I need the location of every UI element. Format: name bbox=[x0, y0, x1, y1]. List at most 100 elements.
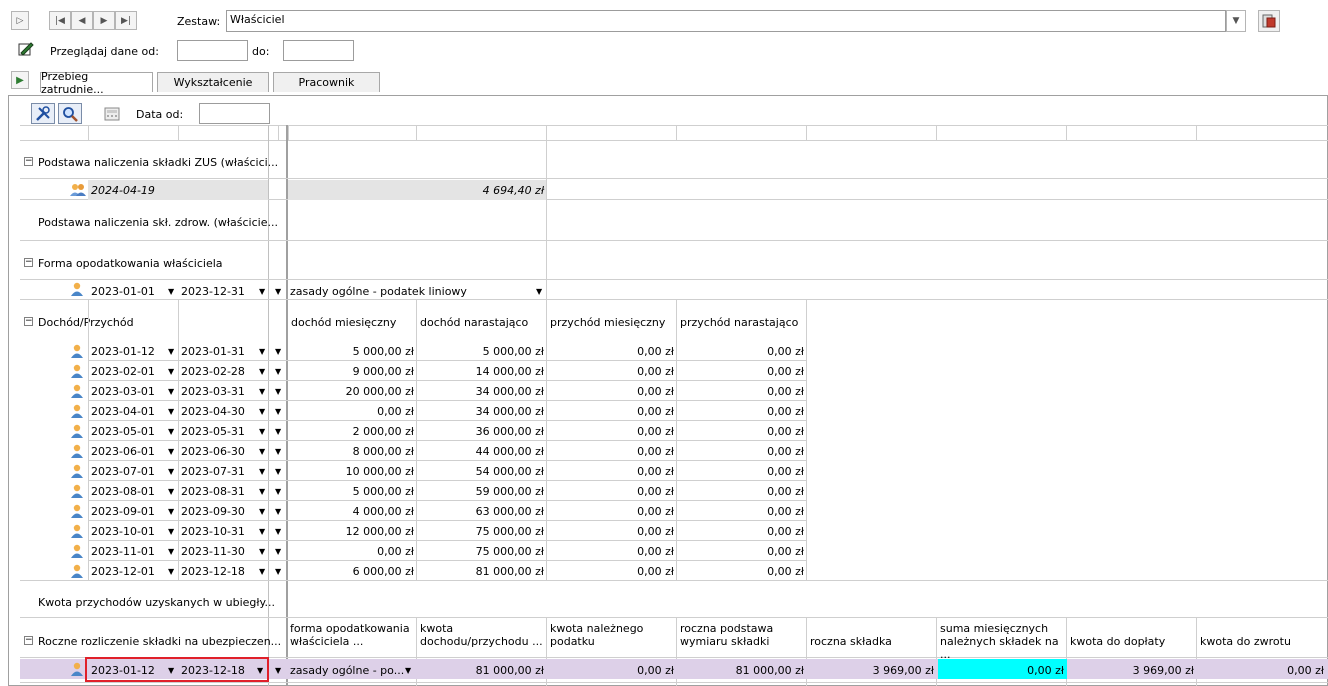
tabs-expand-button[interactable]: ▶ bbox=[11, 71, 29, 89]
roczne-forma[interactable]: zasady ogólne - po... bbox=[290, 664, 404, 677]
dochod-to-date[interactable]: 2023-06-30 bbox=[181, 445, 245, 458]
header-dochod-miesieczny[interactable]: dochód miesięczny bbox=[291, 316, 396, 329]
dochod-row-dropdown[interactable]: ▼ bbox=[275, 487, 281, 496]
dochod-to-dropdown[interactable]: ▼ bbox=[259, 507, 265, 516]
dochod-row-dropdown[interactable]: ▼ bbox=[275, 367, 281, 376]
data-od-input[interactable] bbox=[199, 103, 270, 124]
collapse-roczne-icon[interactable]: − bbox=[24, 636, 33, 645]
dochod-from-date[interactable]: 2023-06-01 bbox=[91, 445, 155, 458]
header-roczna-podstawa[interactable]: roczna podstawa wymiaru składki bbox=[680, 622, 805, 648]
dochod-to-date[interactable]: 2023-09-30 bbox=[181, 505, 245, 518]
dochod-row-dropdown[interactable]: ▼ bbox=[275, 427, 281, 436]
dochod-from-date[interactable]: 2023-07-01 bbox=[91, 465, 155, 478]
dochod-to-date[interactable]: 2023-12-18 bbox=[181, 565, 245, 578]
dochod-to-dropdown[interactable]: ▼ bbox=[259, 447, 265, 456]
dochod-row-dropdown[interactable]: ▼ bbox=[275, 567, 281, 576]
dochod-from-date[interactable]: 2023-11-01 bbox=[91, 545, 155, 558]
dochod-row-dropdown[interactable]: ▼ bbox=[275, 347, 281, 356]
roczne-row-dropdown[interactable]: ▼ bbox=[275, 666, 281, 675]
header-przychod-miesieczny[interactable]: przychód miesięczny bbox=[550, 316, 665, 329]
header-kwota-dochodu[interactable]: kwota dochodu/przychodu ... bbox=[420, 622, 545, 648]
dochod-from-dropdown[interactable]: ▼ bbox=[168, 487, 174, 496]
dochod-row-dropdown[interactable]: ▼ bbox=[275, 507, 281, 516]
dochod-from-dropdown[interactable]: ▼ bbox=[168, 427, 174, 436]
dochod-to-date[interactable]: 2023-01-31 bbox=[181, 345, 245, 358]
header-przychod-narastajaco[interactable]: przychód narastająco bbox=[680, 316, 798, 329]
nav-first-button[interactable]: ▷ bbox=[11, 11, 29, 30]
dochod-to-dropdown[interactable]: ▼ bbox=[259, 427, 265, 436]
dochod-to-date[interactable]: 2023-10-31 bbox=[181, 525, 245, 538]
header-dochod-narastajaco[interactable]: dochód narastająco bbox=[420, 316, 528, 329]
dochod-to-dropdown[interactable]: ▼ bbox=[259, 387, 265, 396]
tab-wyksztalcenie[interactable]: Wykształcenie bbox=[157, 72, 269, 92]
nav-first-record-button[interactable]: |◀ bbox=[49, 11, 71, 30]
header-kwota-zwrotu[interactable]: kwota do zwrotu bbox=[1200, 635, 1325, 648]
od-date-input[interactable] bbox=[177, 40, 248, 61]
dochod-row-dropdown[interactable]: ▼ bbox=[275, 527, 281, 536]
dochod-from-dropdown[interactable]: ▼ bbox=[168, 527, 174, 536]
dochod-to-date[interactable]: 2023-03-31 bbox=[181, 385, 245, 398]
roczne-to-dropdown[interactable]: ▼ bbox=[257, 666, 263, 675]
dochod-from-date[interactable]: 2023-09-01 bbox=[91, 505, 155, 518]
dochod-from-date[interactable]: 2023-04-01 bbox=[91, 405, 155, 418]
dochod-to-dropdown[interactable]: ▼ bbox=[259, 367, 265, 376]
dochod-to-dropdown[interactable]: ▼ bbox=[259, 547, 265, 556]
dochod-to-dropdown[interactable]: ▼ bbox=[259, 467, 265, 476]
roczne-from-dropdown[interactable]: ▼ bbox=[168, 666, 174, 675]
roczne-forma-dropdown[interactable]: ▼ bbox=[405, 666, 411, 675]
calculator-icon[interactable] bbox=[104, 107, 120, 121]
nav-last-button[interactable]: ▶| bbox=[115, 11, 137, 30]
zestaw-dropdown-button[interactable]: ▼ bbox=[1226, 10, 1246, 32]
dochod-row-dropdown[interactable]: ▼ bbox=[275, 467, 281, 476]
dochod-from-date[interactable]: 2023-01-12 bbox=[91, 345, 155, 358]
nav-prev-button[interactable]: ◀ bbox=[71, 11, 93, 30]
dochod-to-dropdown[interactable]: ▼ bbox=[259, 487, 265, 496]
collapse-dochod-icon[interactable]: − bbox=[24, 317, 33, 326]
tab-pracownik[interactable]: Pracownik bbox=[273, 72, 380, 92]
forma-from-date[interactable]: 2023-01-01 bbox=[91, 285, 155, 298]
forma-row-dropdown[interactable]: ▼ bbox=[275, 287, 281, 296]
header-kwota-doplaty[interactable]: kwota do dopłaty bbox=[1070, 635, 1195, 648]
collapse-forma-icon[interactable]: − bbox=[24, 258, 33, 267]
tab-przebieg-zatrudnienia[interactable]: Przebieg zatrudnie... bbox=[40, 70, 153, 96]
dochod-from-date[interactable]: 2023-03-01 bbox=[91, 385, 155, 398]
dochod-to-date[interactable]: 2023-07-31 bbox=[181, 465, 245, 478]
header-kwota-podatku[interactable]: kwota należnego podatku bbox=[550, 622, 675, 648]
tools-icon[interactable] bbox=[31, 103, 55, 124]
forma-to-date[interactable]: 2023-12-31 bbox=[181, 285, 245, 298]
dochod-to-date[interactable]: 2023-08-31 bbox=[181, 485, 245, 498]
dochod-row-dropdown[interactable]: ▼ bbox=[275, 547, 281, 556]
search-icon[interactable] bbox=[58, 103, 82, 124]
forma-to-dropdown[interactable]: ▼ bbox=[259, 287, 265, 296]
dochod-to-dropdown[interactable]: ▼ bbox=[259, 407, 265, 416]
dochod-row-dropdown[interactable]: ▼ bbox=[275, 387, 281, 396]
dochod-from-dropdown[interactable]: ▼ bbox=[168, 407, 174, 416]
dochod-row-dropdown[interactable]: ▼ bbox=[275, 447, 281, 456]
roczne-from-date[interactable]: 2023-01-12 bbox=[91, 664, 155, 677]
dochod-row-dropdown[interactable]: ▼ bbox=[275, 407, 281, 416]
dochod-from-dropdown[interactable]: ▼ bbox=[168, 387, 174, 396]
forma-value[interactable]: zasady ogólne - podatek liniowy bbox=[290, 285, 467, 298]
dochod-from-dropdown[interactable]: ▼ bbox=[168, 467, 174, 476]
collapse-zus-icon[interactable]: − bbox=[24, 157, 33, 166]
dochod-from-date[interactable]: 2023-02-01 bbox=[91, 365, 155, 378]
nav-next-button[interactable]: ▶ bbox=[93, 11, 115, 30]
do-date-input[interactable] bbox=[283, 40, 354, 61]
dochod-to-dropdown[interactable]: ▼ bbox=[259, 527, 265, 536]
dochod-from-date[interactable]: 2023-12-01 bbox=[91, 565, 155, 578]
dochod-to-date[interactable]: 2023-04-30 bbox=[181, 405, 245, 418]
dochod-to-date[interactable]: 2023-05-31 bbox=[181, 425, 245, 438]
forma-from-dropdown[interactable]: ▼ bbox=[168, 287, 174, 296]
dochod-to-dropdown[interactable]: ▼ bbox=[259, 567, 265, 576]
dochod-from-dropdown[interactable]: ▼ bbox=[168, 347, 174, 356]
dochod-to-date[interactable]: 2023-11-30 bbox=[181, 545, 245, 558]
dochod-from-date[interactable]: 2023-08-01 bbox=[91, 485, 155, 498]
dochod-from-dropdown[interactable]: ▼ bbox=[168, 447, 174, 456]
dochod-from-date[interactable]: 2023-10-01 bbox=[91, 525, 155, 538]
dochod-from-dropdown[interactable]: ▼ bbox=[168, 567, 174, 576]
dochod-from-dropdown[interactable]: ▼ bbox=[168, 507, 174, 516]
zestaw-select[interactable]: Właściciel bbox=[226, 10, 1226, 32]
roczne-to-date[interactable]: 2023-12-18 bbox=[181, 664, 245, 677]
header-roczna-skladka[interactable]: roczna składka bbox=[810, 635, 935, 648]
dochod-from-dropdown[interactable]: ▼ bbox=[168, 547, 174, 556]
